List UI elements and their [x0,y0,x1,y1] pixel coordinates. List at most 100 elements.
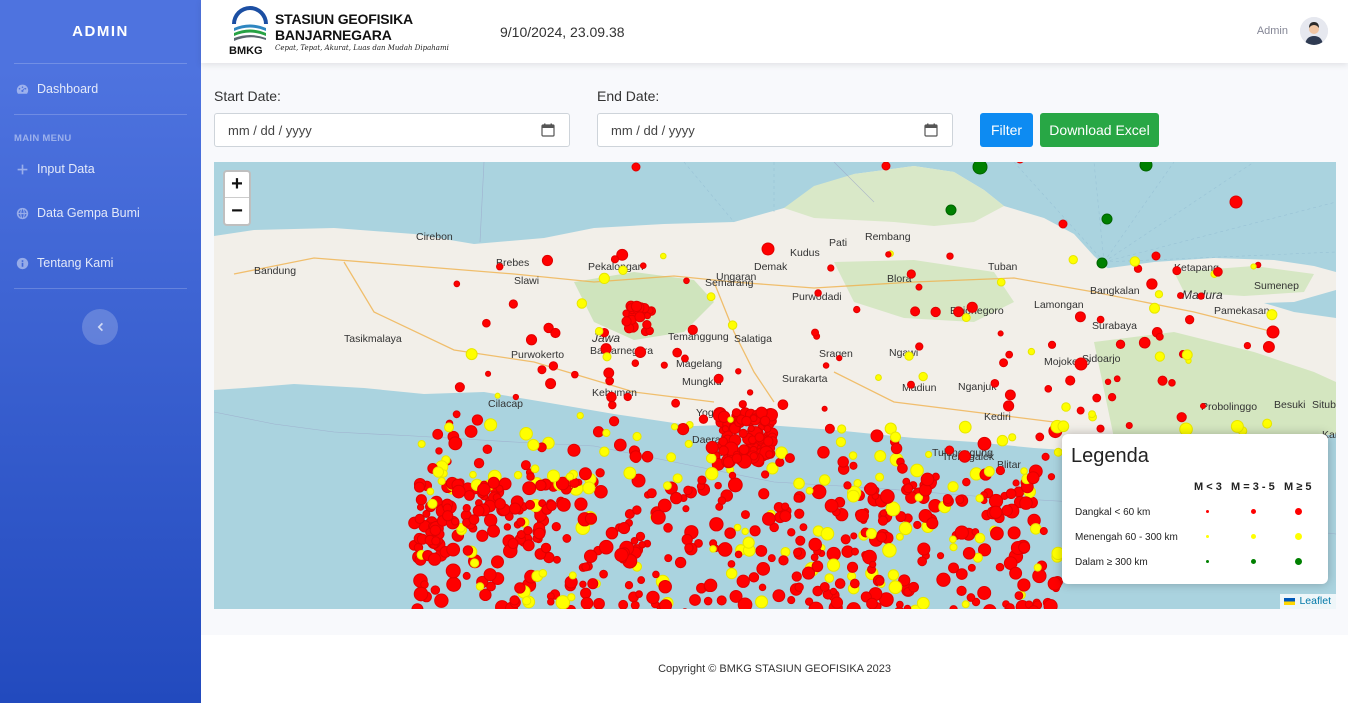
earthquake-marker[interactable] [755,545,768,557]
earthquake-marker[interactable] [817,446,830,459]
earthquake-marker[interactable] [848,451,858,460]
earthquake-marker[interactable] [880,489,895,504]
earthquake-marker[interactable] [736,574,750,588]
earthquake-marker[interactable] [821,405,828,412]
earthquake-marker[interactable] [866,597,878,609]
earthquake-marker[interactable] [915,342,924,351]
earthquake-marker[interactable] [822,362,830,369]
earthquake-marker[interactable] [576,298,588,309]
sidebar-brand[interactable]: ADMIN [0,0,201,63]
earthquake-marker[interactable] [483,568,497,582]
earthquake-marker[interactable] [755,595,769,609]
earthquake-marker[interactable] [1115,339,1126,350]
earthquake-marker[interactable] [709,545,717,553]
earthquake-marker[interactable] [1088,410,1096,419]
earthquake-marker[interactable] [641,450,654,463]
earthquake-marker[interactable] [599,446,610,457]
earthquake-marker[interactable] [875,374,882,382]
earthquake-marker[interactable] [538,568,548,578]
earthquake-marker[interactable] [490,555,505,569]
sidebar-item-data-gempa-bumi[interactable]: Data Gempa Bumi [0,188,201,238]
user-menu[interactable]: Admin [1257,17,1328,45]
earthquake-marker[interactable] [698,414,709,424]
earthquake-marker[interactable] [781,502,790,511]
earthquake-marker[interactable] [897,463,908,474]
earthquake-marker[interactable] [718,445,729,456]
earthquake-marker[interactable] [885,251,892,258]
earthquake-marker[interactable] [1262,418,1273,429]
earthquake-marker[interactable] [523,526,533,536]
earthquake-marker[interactable] [509,595,520,606]
earthquake-marker[interactable] [1014,591,1024,600]
earthquake-marker[interactable] [571,370,579,379]
earthquake-marker[interactable] [687,324,698,335]
earthquake-marker[interactable] [717,496,727,505]
earthquake-marker[interactable] [949,543,958,552]
earthquake-marker[interactable] [605,376,615,386]
earthquake-marker[interactable] [417,439,426,449]
earthquake-marker[interactable] [548,361,559,371]
earthquake-marker[interactable] [465,348,478,361]
earthquake-marker[interactable] [1151,251,1161,261]
earthquake-marker[interactable] [599,569,608,579]
earthquake-marker[interactable] [451,484,466,499]
earthquake-marker[interactable] [767,554,776,563]
earthquake-marker[interactable] [444,422,455,433]
earthquake-marker[interactable] [778,555,789,566]
earthquake-marker[interactable] [587,578,599,590]
sidebar-toggle-button[interactable] [82,309,118,345]
earthquake-marker[interactable] [793,547,803,557]
earthquake-marker[interactable] [999,358,1009,368]
earthquake-marker[interactable] [603,367,615,379]
earthquake-marker[interactable] [483,513,498,527]
earthquake-marker[interactable] [705,453,717,464]
earthquake-marker[interactable] [784,453,795,464]
zoom-out-button[interactable]: − [225,198,249,224]
earthquake-marker[interactable] [580,587,592,599]
earthquake-marker[interactable] [759,415,771,427]
earthquake-marker[interactable] [414,513,425,524]
earthquake-marker[interactable] [850,547,859,556]
earthquake-marker[interactable] [849,578,860,589]
earthquake-marker[interactable] [761,242,775,256]
earthquake-marker[interactable] [1019,496,1033,510]
earthquake-marker[interactable] [652,570,660,579]
earthquake-marker[interactable] [630,537,639,545]
earthquake-marker[interactable] [741,527,749,536]
earthquake-marker[interactable] [834,578,846,589]
earthquake-marker[interactable] [646,488,657,499]
earthquake-marker[interactable] [602,428,611,438]
earthquake-marker[interactable] [762,512,776,526]
earthquake-marker[interactable] [613,438,627,452]
earthquake-marker[interactable] [925,450,933,459]
earthquake-marker[interactable] [1005,488,1017,500]
earthquake-marker[interactable] [876,531,888,543]
earthquake-marker[interactable] [1027,347,1036,356]
earthquake-marker[interactable] [738,428,748,439]
earthquake-marker[interactable] [630,600,640,609]
earthquake-marker[interactable] [824,573,835,583]
earthquake-marker[interactable] [681,533,693,546]
earthquake-marker[interactable] [1061,402,1071,412]
earthquake-marker[interactable] [972,162,988,175]
earthquake-marker[interactable] [716,595,727,606]
earthquake-marker[interactable] [997,330,1004,337]
earthquake-marker[interactable] [1243,341,1252,350]
filter-button[interactable]: Filter [980,113,1033,147]
earthquake-marker[interactable] [916,596,930,609]
earthquake-marker[interactable] [434,593,449,608]
earthquake-marker[interactable] [850,532,858,540]
earthquake-marker[interactable] [918,371,928,382]
earthquake-marker[interactable] [472,504,485,517]
earthquake-marker[interactable] [738,400,747,409]
earthquake-marker[interactable] [875,472,885,482]
earthquake-marker[interactable] [598,272,610,285]
earthquake-marker[interactable] [713,373,724,384]
earthquake-marker[interactable] [727,320,738,330]
earthquake-marker[interactable] [519,427,533,441]
earthquake-marker[interactable] [553,555,561,564]
earthquake-marker[interactable] [779,510,792,523]
earthquake-marker[interactable] [664,554,673,563]
earthquake-marker[interactable] [1181,349,1193,361]
earthquake-marker[interactable] [749,525,761,537]
